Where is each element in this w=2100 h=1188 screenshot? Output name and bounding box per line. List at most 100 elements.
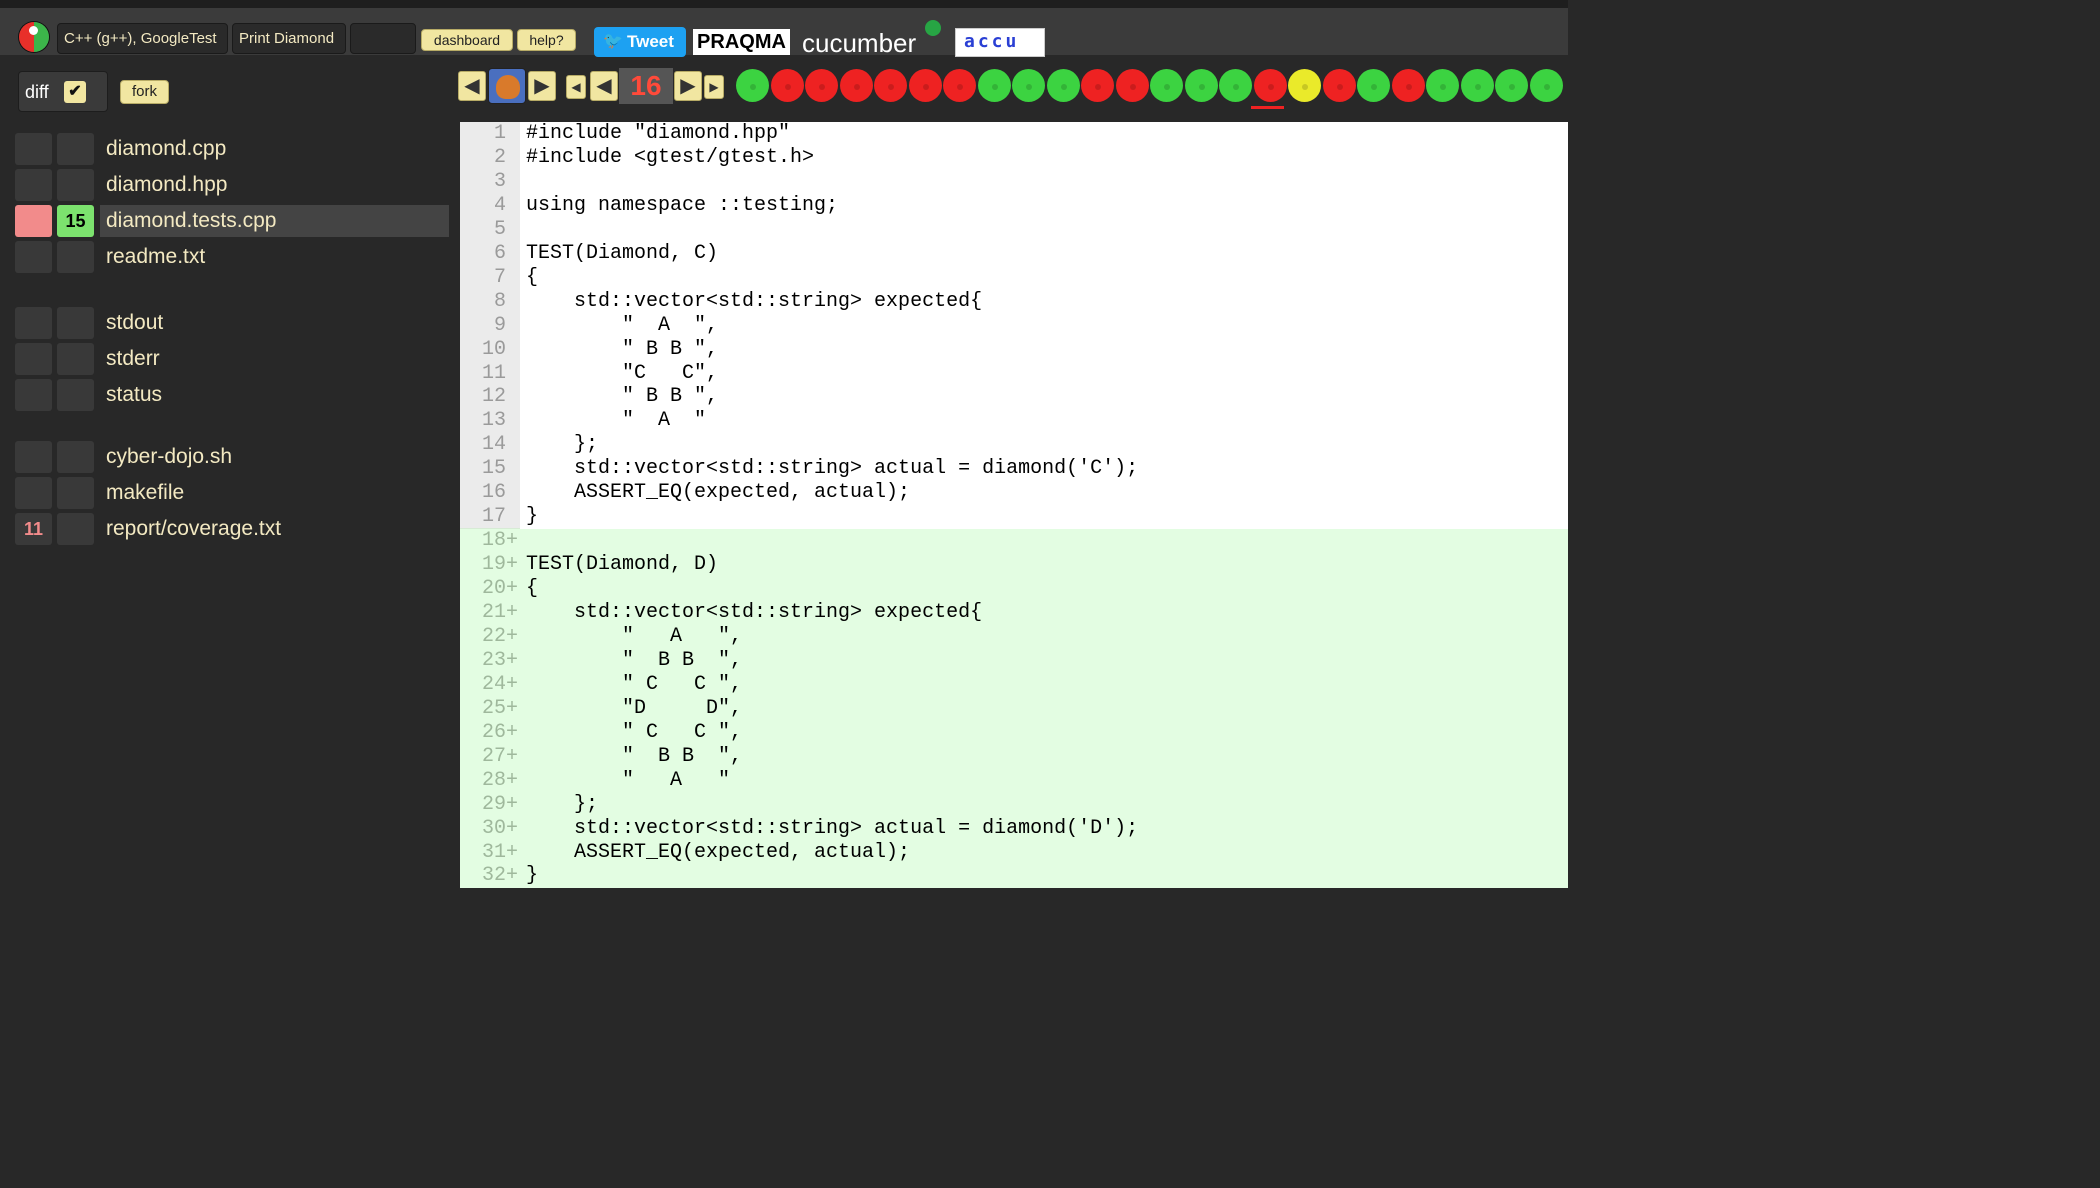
traffic-light-green[interactable] xyxy=(1184,69,1218,102)
code-line[interactable]: 15 std::vector<std::string> actual = dia… xyxy=(460,457,1568,481)
line-number: 18 xyxy=(481,529,506,553)
cyber-dojo-logo-icon[interactable] xyxy=(19,22,49,52)
first-light-button[interactable]: ◀ xyxy=(566,75,586,99)
filename[interactable]: diamond.tests.cpp xyxy=(100,205,449,237)
prev-light-button[interactable]: ◀ xyxy=(590,71,618,101)
traffic-light-red[interactable] xyxy=(839,69,873,102)
code-line[interactable]: 12 " B B ", xyxy=(460,385,1568,409)
code-line-added[interactable]: 27 + " B B ", xyxy=(460,744,1568,769)
file-row-selected[interactable]: 15 diamond.tests.cpp xyxy=(0,205,458,237)
code-line-added[interactable]: 20 + { xyxy=(460,577,1568,602)
next-light-button[interactable]: ▶ xyxy=(674,71,702,101)
filename[interactable]: diamond.cpp xyxy=(100,133,226,165)
code-line[interactable]: 2 #include <gtest/gtest.h> xyxy=(460,146,1568,170)
code-line-added[interactable]: 29 + }; xyxy=(460,792,1568,817)
deleted-count xyxy=(15,307,52,339)
next-avatar-button[interactable]: ▶ xyxy=(528,71,556,101)
code-line[interactable]: 10 " B B ", xyxy=(460,338,1568,362)
traffic-light-green[interactable] xyxy=(1219,69,1252,102)
file-row[interactable]: readme.txt xyxy=(0,241,458,273)
code-line-added[interactable]: 31 + ASSERT_EQ(expected, actual); xyxy=(460,840,1568,865)
traffic-light-green[interactable] xyxy=(1046,69,1080,102)
traffic-light-green[interactable] xyxy=(1150,69,1183,102)
last-light-button[interactable]: ▶ xyxy=(704,75,724,99)
help-button[interactable]: help? xyxy=(517,29,576,51)
traffic-light-amber[interactable] xyxy=(1288,69,1321,102)
filename[interactable]: report/coverage.txt xyxy=(100,513,281,545)
traffic-light-green[interactable] xyxy=(1529,69,1563,102)
code-line-added[interactable]: 18 + xyxy=(460,529,1568,554)
traffic-light-green[interactable] xyxy=(977,69,1011,102)
line-number: 2 xyxy=(493,145,506,169)
code-line[interactable]: 16 ASSERT_EQ(expected, actual); xyxy=(460,481,1568,505)
code-line[interactable]: 7{ xyxy=(460,266,1568,290)
code-line[interactable]: 3 xyxy=(460,170,1568,194)
file-row[interactable]: stderr xyxy=(0,343,458,375)
file-row[interactable]: status xyxy=(0,379,458,411)
file-row[interactable]: 11 report/coverage.txt xyxy=(0,513,458,545)
code-line-added[interactable]: 28 + " A " xyxy=(460,768,1568,793)
code-line-added[interactable]: 21 + std::vector<std::string> expected{ xyxy=(460,601,1568,625)
code-line-added[interactable]: 26 + " C C ", xyxy=(460,720,1568,745)
accu-logo[interactable]: accu xyxy=(955,28,1045,57)
file-panel: diff ✔ fork diamond.cpp diamond.hpp 15 d… xyxy=(0,55,458,887)
code-line[interactable]: 8 std::vector<std::string> expected{ xyxy=(460,290,1568,314)
filename[interactable]: readme.txt xyxy=(100,241,205,273)
file-row[interactable]: diamond.hpp xyxy=(0,169,458,201)
diff-toggle[interactable]: diff ✔ xyxy=(18,71,108,112)
traffic-light-red[interactable] xyxy=(943,69,976,102)
code-line[interactable]: 4 using namespace ::testing; xyxy=(460,194,1568,218)
traffic-light-red[interactable] xyxy=(805,69,838,102)
filename[interactable]: stderr xyxy=(100,343,160,375)
dashboard-button[interactable]: dashboard xyxy=(421,29,513,51)
line-number: 15 xyxy=(481,457,506,481)
traffic-light-green[interactable] xyxy=(1357,69,1390,102)
code-line[interactable]: 6 TEST(Diamond, C) xyxy=(460,242,1568,266)
prev-avatar-button[interactable]: ◀ xyxy=(458,71,486,101)
filename[interactable]: diamond.hpp xyxy=(100,169,227,201)
filename[interactable]: status xyxy=(100,379,162,411)
code-line[interactable]: 5 xyxy=(460,218,1568,242)
code-line-added[interactable]: 32 +} xyxy=(460,864,1568,889)
code-line-added[interactable]: 23 + " B B ", xyxy=(460,648,1568,673)
code-line-added[interactable]: 30 + std::vector<std::string> actual = di… xyxy=(460,816,1568,841)
traffic-light-red[interactable] xyxy=(1322,69,1356,102)
avatar-icon[interactable] xyxy=(488,68,526,104)
tweet-button[interactable]: 🐦 Tweet xyxy=(594,27,686,57)
filename[interactable]: makefile xyxy=(100,477,184,509)
fork-button[interactable]: fork xyxy=(120,80,169,104)
diff-checkbox[interactable]: ✔ xyxy=(64,81,86,103)
code-line-added[interactable]: 25 + "D D", xyxy=(460,696,1568,721)
filename[interactable]: stdout xyxy=(100,307,163,339)
traffic-light-red[interactable] xyxy=(1253,69,1287,102)
file-row[interactable]: stdout xyxy=(0,307,458,339)
code-line[interactable]: 17} xyxy=(460,505,1568,529)
code-line-added[interactable]: 22 + " A ", xyxy=(460,624,1568,649)
code-editor[interactable]: 1 #include "diamond.hpp" 2 #include <gtest/… xyxy=(460,122,1568,889)
cucumber-logo[interactable]: cucumber xyxy=(802,28,916,58)
traffic-light-green[interactable] xyxy=(1426,69,1459,102)
traffic-light-red[interactable] xyxy=(1115,69,1149,102)
code-line-added[interactable]: 24 + " C C ", xyxy=(460,672,1568,697)
traffic-light-red[interactable] xyxy=(1081,69,1114,102)
filename[interactable]: cyber-dojo.sh xyxy=(100,441,232,473)
traffic-light-red[interactable] xyxy=(908,69,942,102)
code-line[interactable]: 1 #include "diamond.hpp" xyxy=(460,122,1568,146)
traffic-light-red[interactable] xyxy=(770,69,804,102)
traffic-light-red[interactable] xyxy=(874,69,907,102)
code-line[interactable]: 11 "C C", xyxy=(460,362,1568,386)
file-row[interactable]: makefile xyxy=(0,477,458,509)
code-line[interactable]: 13 " A " xyxy=(460,409,1568,433)
code-text: " A " xyxy=(526,409,707,433)
traffic-light-green[interactable] xyxy=(1012,69,1045,102)
traffic-light-green[interactable] xyxy=(1460,69,1494,102)
code-line[interactable]: 9 " A ", xyxy=(460,314,1568,338)
traffic-light-green[interactable] xyxy=(1495,69,1528,102)
code-line-added[interactable]: 19 + TEST(Diamond, D) xyxy=(460,553,1568,578)
traffic-light-red[interactable] xyxy=(1391,69,1425,102)
traffic-light-green[interactable] xyxy=(736,69,769,102)
file-row[interactable]: diamond.cpp xyxy=(0,133,458,165)
code-line[interactable]: 14 }; xyxy=(460,433,1568,457)
file-row[interactable]: cyber-dojo.sh xyxy=(0,441,458,473)
praqma-logo[interactable]: PRAQMA xyxy=(693,29,790,55)
